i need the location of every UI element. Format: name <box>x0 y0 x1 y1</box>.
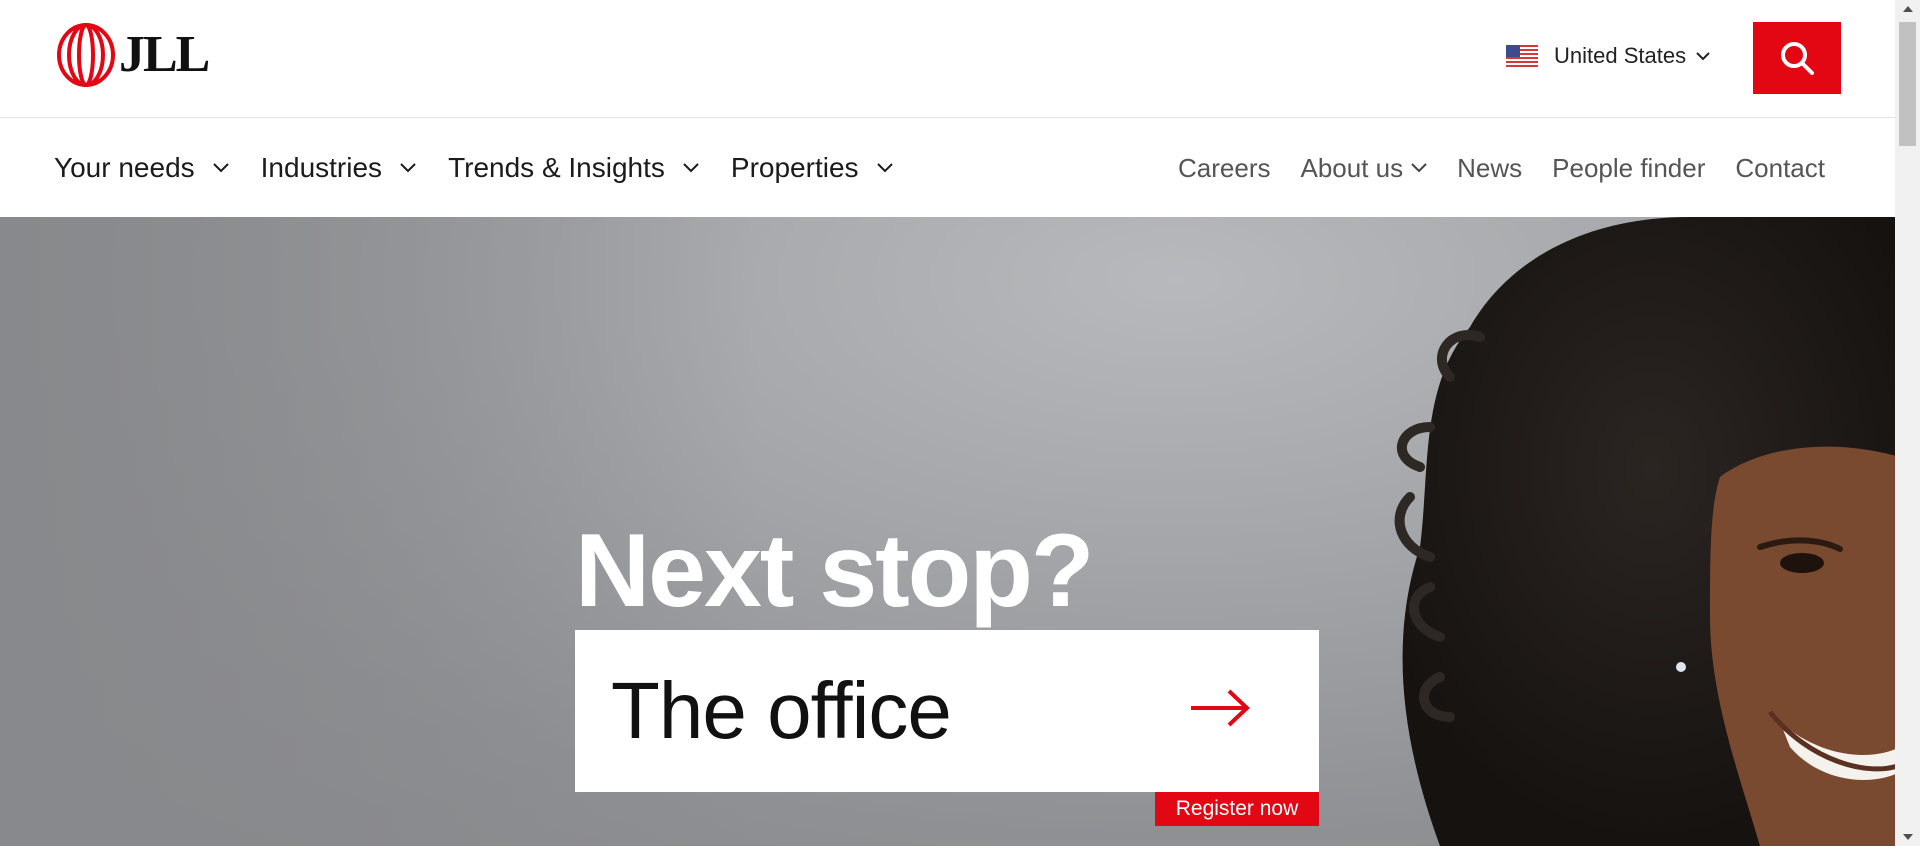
nav-item-properties[interactable]: Properties <box>731 152 893 184</box>
nav-link-label: People finder <box>1552 152 1706 183</box>
nav-item-trends-insights[interactable]: Trends & Insights <box>448 152 699 184</box>
scroll-down-icon[interactable] <box>1895 828 1920 846</box>
nav-link-about-us[interactable]: About us <box>1301 153 1428 184</box>
us-flag-icon <box>1506 45 1538 67</box>
register-now-button[interactable]: Register now <box>1155 792 1319 826</box>
chevron-down-icon <box>683 163 699 173</box>
hero-person-image <box>1394 217 1895 846</box>
nav-item-label: Properties <box>730 152 859 183</box>
nav-link-label: Careers <box>1178 152 1271 183</box>
chevron-down-icon <box>212 163 229 173</box>
nav-item-your-needs[interactable]: Your needs <box>54 152 229 184</box>
arrow-right-icon <box>1191 689 1250 727</box>
nav-item-label: Your needs <box>54 152 195 183</box>
hero-cta-card[interactable]: The office <box>575 630 1319 792</box>
scroll-up-icon[interactable] <box>1895 0 1920 18</box>
nav-item-industries[interactable]: Industries <box>261 152 416 184</box>
nav-item-label: Trends & Insights <box>448 152 665 183</box>
chevron-down-icon <box>1411 163 1427 173</box>
chevron-down-icon <box>1696 51 1710 60</box>
primary-nav: Your needs Industries Trends & Insights … <box>54 119 925 217</box>
hero-headline: Next stop? <box>575 513 1094 629</box>
nav-link-contact[interactable]: Contact <box>1735 153 1825 184</box>
search-button[interactable] <box>1753 22 1841 94</box>
nav-link-people-finder[interactable]: People finder <box>1552 153 1705 184</box>
logo-text: JLL <box>119 26 210 83</box>
nav-link-careers[interactable]: Careers <box>1178 153 1270 184</box>
hero-cta-text: The office <box>611 666 952 755</box>
secondary-nav: Careers About us News People finder Cont… <box>1148 119 1825 217</box>
jll-logo[interactable]: JLL <box>55 20 210 90</box>
top-header: JLL United States <box>0 0 1895 118</box>
country-selector[interactable]: United States <box>1506 43 1710 69</box>
nav-link-label: About us <box>1300 152 1404 183</box>
chevron-down-icon <box>876 163 893 173</box>
nav-link-label: News <box>1457 152 1523 183</box>
country-label: United States <box>1554 43 1687 68</box>
page-scrollbar[interactable] <box>1895 0 1920 846</box>
nav-link-label: Contact <box>1735 152 1825 183</box>
jll-logo-mark-icon <box>57 23 115 87</box>
search-icon <box>1781 42 1814 75</box>
main-navigation: Your needs Industries Trends & Insights … <box>0 119 1895 217</box>
chevron-down-icon <box>400 163 416 173</box>
scrollbar-thumb[interactable] <box>1899 22 1916 146</box>
nav-link-news[interactable]: News <box>1457 153 1522 184</box>
nav-item-label: Industries <box>260 152 383 183</box>
hero-banner: Next stop? The office Register now <box>0 217 1895 846</box>
